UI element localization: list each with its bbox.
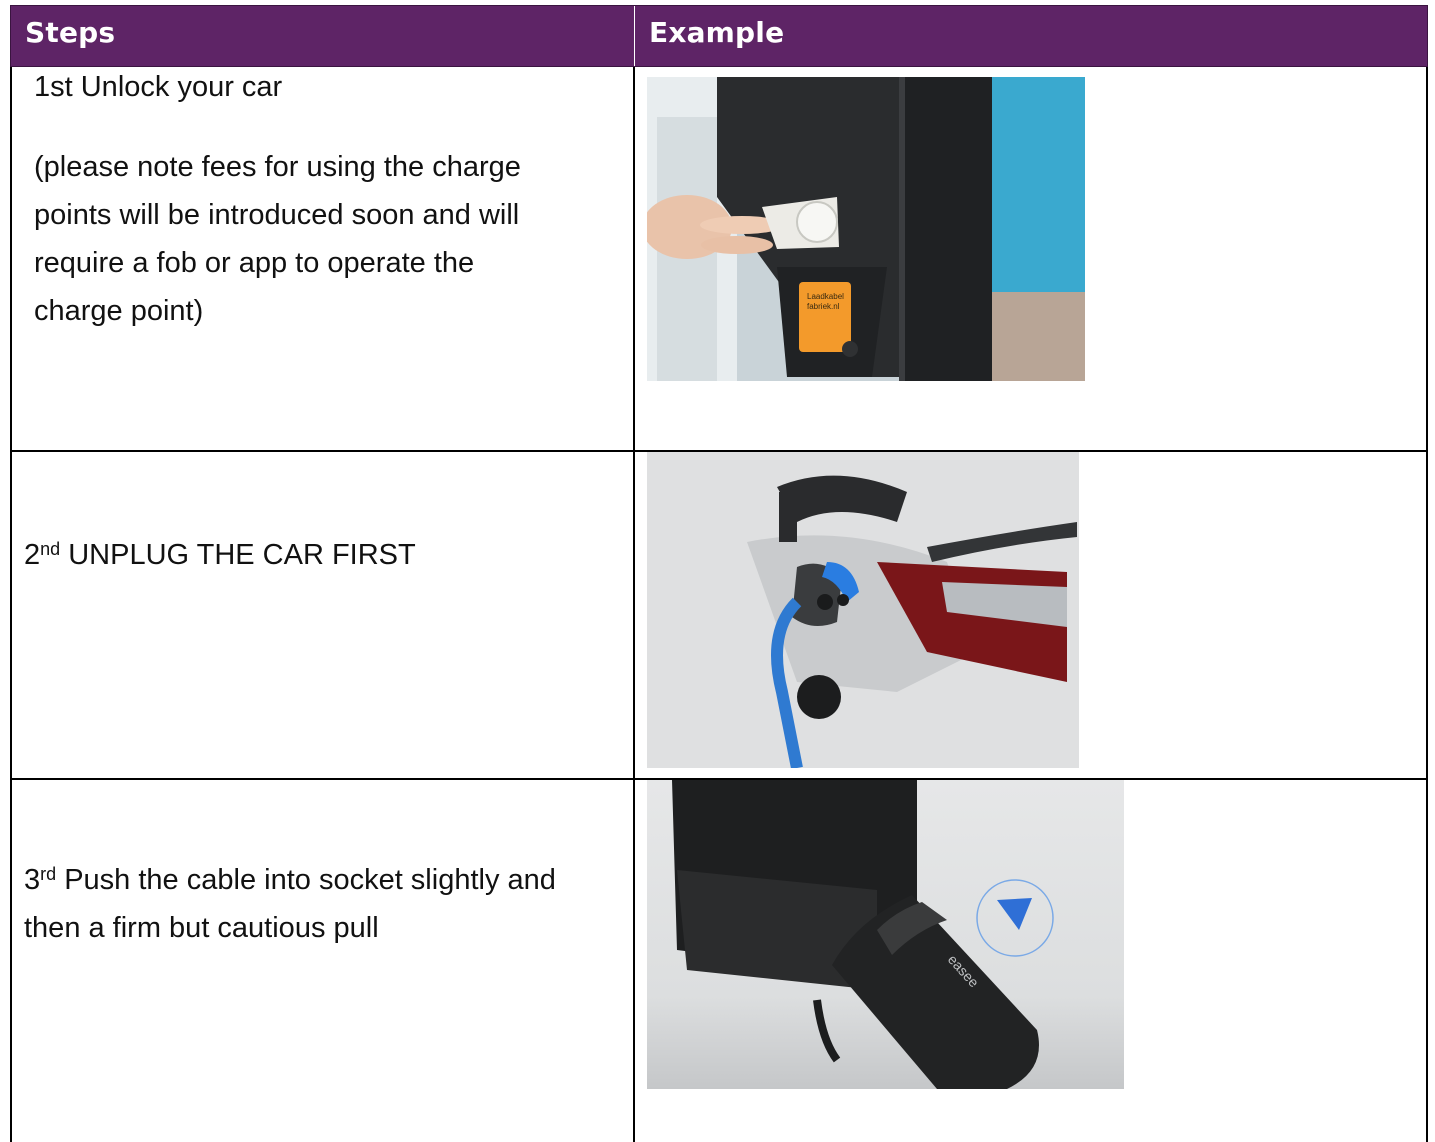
column-divider bbox=[633, 67, 635, 1142]
step-3-line-1: 3rd Push the cable into socket slightly … bbox=[24, 856, 629, 904]
step-3-photo: easee bbox=[647, 780, 1124, 1089]
step-1-note-line-2: points will be introduced soon and will bbox=[34, 199, 520, 231]
step-2-suffix: nd bbox=[40, 539, 61, 559]
step-1-title: 1st Unlock your car bbox=[34, 71, 283, 103]
table-right-border bbox=[1426, 67, 1428, 1142]
step-3-suffix: rd bbox=[40, 864, 57, 884]
header-steps: Steps bbox=[25, 16, 116, 49]
steps-table: Steps Example 1st Unlock your car (pleas… bbox=[10, 5, 1428, 1142]
step-3-text: 3rd Push the cable into socket slightly … bbox=[24, 856, 629, 952]
step-1-note-line-1: (please note fees for using the charge bbox=[34, 151, 521, 183]
step-3-line-2: then a firm but cautious pull bbox=[24, 912, 379, 944]
table-left-border bbox=[10, 67, 12, 1142]
step-2-photo bbox=[647, 452, 1079, 768]
table-header-row: Steps Example bbox=[10, 5, 1428, 67]
header-divider bbox=[634, 6, 635, 66]
sticker-text-1: Laadkabel bbox=[807, 292, 844, 301]
step-3-label-1: Push the cable into socket slightly and bbox=[56, 864, 556, 896]
step-1-note-line-3: require a fob or app to operate the bbox=[34, 247, 475, 279]
step-2-label: UNPLUG THE CAR FIRST bbox=[60, 539, 416, 571]
step-2-title: 2nd UNPLUG THE CAR FIRST bbox=[24, 531, 624, 579]
header-example: Example bbox=[649, 16, 785, 49]
step-1-photo: Laadkabel fabriek.nl bbox=[647, 77, 1085, 381]
step-2-text: 2nd UNPLUG THE CAR FIRST bbox=[24, 531, 624, 579]
step-1-text: 1st Unlock your car (please note fees fo… bbox=[34, 63, 624, 335]
step-2-number: 2 bbox=[24, 539, 41, 571]
step-1-note-line-4: charge point) bbox=[34, 295, 204, 327]
sticker-text-2: fabriek.nl bbox=[807, 302, 840, 311]
step-3-number: 3 bbox=[24, 864, 41, 896]
